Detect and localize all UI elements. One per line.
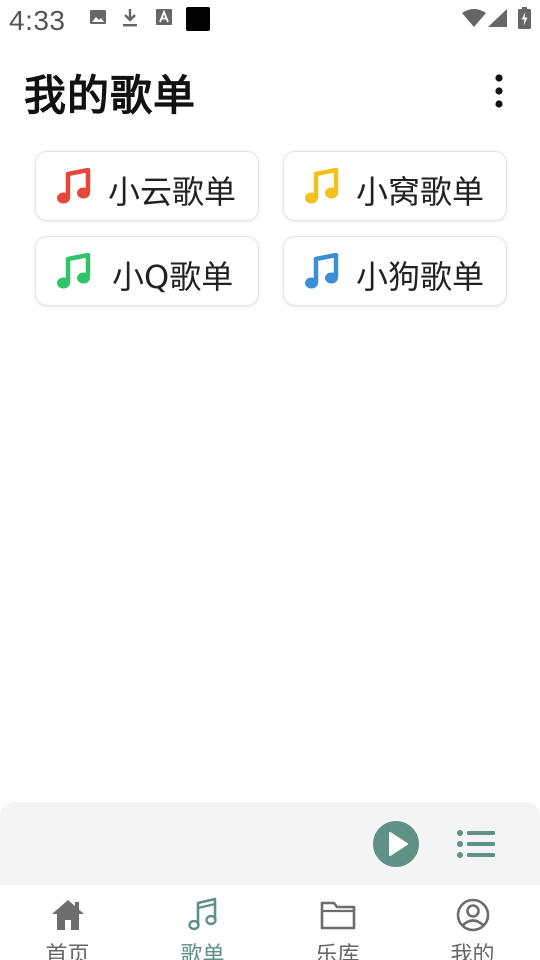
home-icon: [50, 897, 86, 933]
playlist-card[interactable]: 小狗歌单: [283, 236, 507, 306]
black-square-icon: [186, 7, 210, 31]
wifi-icon: [462, 9, 486, 27]
page-title: 我的歌单: [24, 71, 197, 120]
download-icon: [121, 8, 139, 28]
playlist-card[interactable]: 小Q歌单: [35, 236, 259, 306]
account-circle-icon: [455, 897, 491, 933]
folder-icon: [320, 897, 356, 933]
nav-item-profile[interactable]: 我的: [405, 885, 540, 960]
music-note-icon: [56, 252, 92, 295]
more-options-button[interactable]: [478, 70, 520, 112]
nav-item-home[interactable]: 首页: [0, 885, 135, 960]
music-note-icon: [304, 252, 340, 295]
playlist-label: 小狗歌单: [356, 258, 485, 296]
more-vert-icon: [495, 74, 503, 108]
mini-player: [0, 802, 540, 884]
signal-icon: [488, 9, 508, 27]
font-a-icon: [155, 8, 173, 26]
nav-item-playlists[interactable]: 歌单: [135, 885, 270, 960]
playlist-button[interactable]: [456, 828, 496, 860]
play-button[interactable]: [373, 821, 419, 867]
status-bar: 4:33: [0, 0, 540, 44]
music-note-icon: [185, 897, 221, 933]
play-circle-icon: [373, 821, 419, 867]
playlist-icon: [457, 830, 495, 858]
playlist-label: 小窝歌单: [356, 173, 485, 211]
music-note-icon: [304, 167, 340, 210]
status-time: 4:33: [9, 5, 66, 36]
nav-label: 首页: [45, 943, 90, 960]
nav-label: 乐库: [315, 943, 360, 960]
screen: 4:33 我的歌单 小云歌单 小窝歌单 小Q歌单 小狗歌单 首页 歌单 乐库 我…: [0, 0, 540, 960]
playlist-card[interactable]: 小窝歌单: [283, 151, 507, 221]
nav-item-library[interactable]: 乐库: [270, 885, 405, 960]
image-icon: [89, 8, 107, 26]
playlist-card[interactable]: 小云歌单: [35, 151, 259, 221]
music-note-icon: [56, 167, 92, 210]
nav-label: 我的: [450, 943, 495, 960]
battery-charging-icon: [518, 7, 531, 29]
playlist-label: 小云歌单: [108, 173, 237, 211]
playlist-label: 小Q歌单: [112, 258, 234, 296]
nav-label: 歌单: [180, 943, 225, 960]
bottom-nav: 首页 歌单 乐库 我的: [0, 884, 540, 960]
